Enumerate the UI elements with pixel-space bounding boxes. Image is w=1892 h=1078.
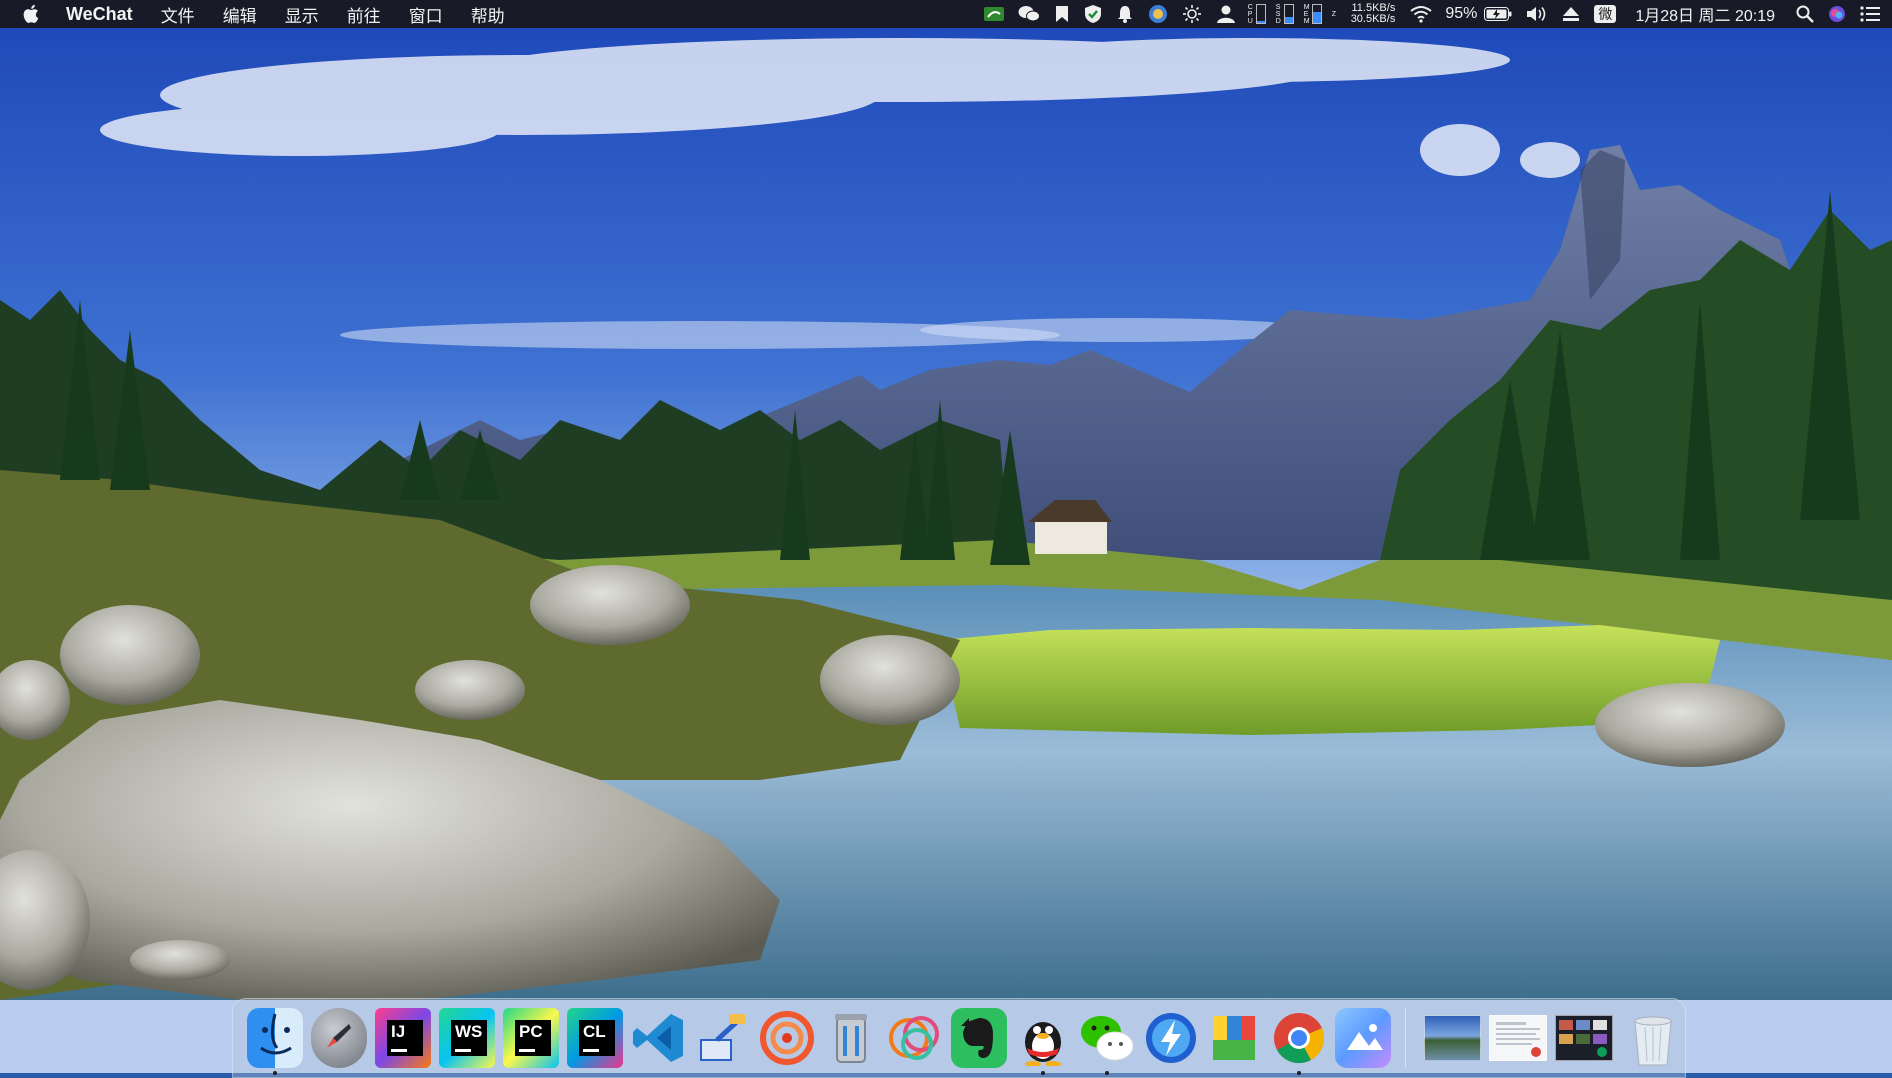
dock-swift-icon[interactable]	[759, 1008, 815, 1068]
menu-edit[interactable]: 编辑	[209, 2, 271, 27]
battery-charging-icon[interactable]	[1484, 0, 1512, 28]
volume-icon[interactable]	[1526, 0, 1548, 28]
brightness-icon[interactable]	[1182, 0, 1202, 28]
clock[interactable]: 1月28日 周二 20:19	[1635, 2, 1775, 26]
menu-window[interactable]: 窗口	[395, 2, 457, 27]
running-indicator	[273, 1071, 277, 1075]
clion-label: CL	[579, 1020, 615, 1056]
menu-go[interactable]: 前往	[333, 2, 395, 27]
dock-chrome-icon[interactable]	[1271, 1008, 1327, 1075]
wechat-status-icon[interactable]	[1018, 0, 1040, 28]
dock-intellij-icon[interactable]: IJ	[375, 1008, 431, 1068]
shield-icon[interactable]	[1084, 0, 1102, 28]
dock-photos-cloud-icon[interactable]	[1335, 1008, 1391, 1068]
input-method-indicator[interactable]: 微	[1594, 0, 1617, 28]
mem-meter-fill	[1312, 12, 1321, 23]
running-indicator	[1297, 1071, 1301, 1075]
dock-vscode-icon[interactable]	[631, 1008, 687, 1068]
dock-webstorm-icon[interactable]: WS	[439, 1008, 495, 1068]
z-meter-label: Z	[1331, 10, 1336, 18]
menu-file[interactable]: 文件	[147, 2, 209, 27]
dock-thunder-icon[interactable]	[1143, 1008, 1199, 1068]
ssd-meter[interactable]: SSD	[1276, 4, 1294, 25]
intellij-label: IJ	[387, 1020, 423, 1056]
dock-evernote-icon[interactable]	[951, 1008, 1007, 1068]
notification-center-icon[interactable]	[1860, 0, 1880, 28]
wifi-icon[interactable]	[1410, 0, 1432, 28]
menu-help[interactable]: 帮助	[457, 2, 519, 27]
dock-wechat-icon[interactable]	[1079, 1008, 1135, 1075]
apple-logo-icon[interactable]	[14, 0, 50, 28]
dock-trash-icon[interactable]	[1625, 1008, 1681, 1068]
webstorm-label: WS	[451, 1020, 487, 1056]
vpn-icon[interactable]	[1148, 0, 1168, 28]
net-download: 30.5KB/s	[1350, 13, 1396, 25]
menu-bar: WeChat 文件 编辑 显示 前往 窗口 帮助 CPU SSD MEM Z 1…	[0, 0, 1892, 28]
dock-qq-penguin-icon[interactable]	[1015, 1008, 1071, 1075]
bookmark-icon[interactable]	[1054, 0, 1070, 28]
dock-maps-icon[interactable]	[1207, 1008, 1263, 1068]
cpu-meter-label: CPU	[1247, 3, 1253, 25]
ssd-meter-label: SSD	[1275, 3, 1281, 25]
running-indicator	[1041, 1071, 1045, 1075]
nvidia-icon[interactable]	[983, 0, 1004, 28]
user-icon[interactable]	[1216, 0, 1236, 28]
dock-pycharm-icon[interactable]: PC	[503, 1008, 559, 1068]
dock-rings-icon[interactable]	[887, 1008, 943, 1068]
dock-finder-icon[interactable]	[247, 1008, 303, 1075]
dock-separator	[1405, 1008, 1406, 1068]
dock: IJ WS PC CL	[232, 998, 1686, 1078]
battery-percentage[interactable]: 95%	[1445, 5, 1477, 23]
ssd-meter-fill	[1284, 16, 1293, 23]
mem-meter[interactable]: MEM	[1304, 4, 1322, 25]
mem-meter-label: MEM	[1303, 3, 1310, 25]
dock-cleaner-bin-icon[interactable]	[823, 1008, 879, 1068]
app-name-menu[interactable]: WeChat	[66, 4, 133, 25]
eject-icon[interactable]	[1562, 0, 1580, 28]
dock-desktop-thumbnail[interactable]	[1423, 1015, 1481, 1061]
dock-remote-desktop-icon[interactable]	[695, 1008, 751, 1068]
desktop-wallpaper	[0, 0, 1892, 1073]
dock-document-thumbnail[interactable]	[1489, 1015, 1547, 1061]
pycharm-label: PC	[515, 1020, 551, 1056]
cpu-meter[interactable]: CPU	[1248, 4, 1266, 25]
dock-clion-icon[interactable]: CL	[567, 1008, 623, 1068]
menu-view[interactable]: 显示	[271, 2, 333, 27]
input-method-label: 微	[1594, 5, 1617, 23]
dock-photo-grid-thumbnail[interactable]	[1555, 1015, 1613, 1061]
spotlight-search-icon[interactable]	[1796, 0, 1814, 28]
running-indicator	[1105, 1071, 1109, 1075]
z-meter[interactable]: Z	[1332, 11, 1338, 18]
dock-launchpad-rocket-icon[interactable]	[311, 1008, 367, 1068]
cpu-meter-fill	[1256, 21, 1265, 23]
network-speed[interactable]: 11.5KB/s 30.5KB/s	[1351, 3, 1396, 25]
siri-icon[interactable]	[1828, 0, 1846, 28]
bell-icon[interactable]	[1116, 0, 1134, 28]
